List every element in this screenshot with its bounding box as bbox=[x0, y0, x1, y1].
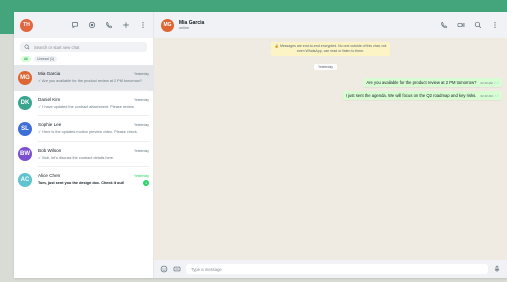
gif-sticker-icon[interactable] bbox=[173, 265, 181, 273]
contact-name: Mia Garcia bbox=[179, 19, 205, 26]
chat-time: Yesterday bbox=[134, 97, 149, 102]
chat-name: Alice Chen bbox=[38, 173, 61, 179]
new-chat-icon[interactable] bbox=[122, 21, 130, 29]
chat-name: Sophie Lee bbox=[38, 122, 62, 128]
message-area[interactable]: 🔒 Messages are end-to-end encrypted. No … bbox=[154, 38, 507, 260]
encryption-notice[interactable]: 🔒 Messages are end-to-end encrypted. No … bbox=[271, 42, 390, 56]
chat-list-item[interactable]: BW Bob Wilson Yesterday ✓ Bob, let's discus… bbox=[14, 142, 153, 167]
chat-time: Yesterday bbox=[134, 174, 149, 179]
chat-preview: ✓ Here is the updated motion preview vid… bbox=[38, 130, 138, 135]
phone-icon[interactable] bbox=[440, 21, 448, 29]
contact-avatar[interactable]: MG bbox=[161, 18, 174, 32]
avatar: BW bbox=[18, 147, 32, 162]
message-text: I just sent the agenda. We will focus on… bbox=[345, 93, 477, 98]
search-icon bbox=[24, 44, 30, 50]
chat-time: Yesterday bbox=[134, 148, 149, 153]
contact-status: online bbox=[179, 26, 190, 31]
sidebar: TH Search or start new chat All Unread (… bbox=[14, 12, 154, 278]
message-time: 02:40 AM bbox=[480, 93, 493, 98]
chat-name: Mia Garcia bbox=[38, 71, 61, 77]
emoji-icon[interactable] bbox=[160, 265, 168, 273]
conversation-header[interactable]: MG Mia Garcia online bbox=[154, 12, 507, 38]
search-input[interactable] bbox=[34, 44, 134, 50]
contact-info[interactable]: Mia Garcia online bbox=[179, 20, 204, 31]
avatar: DK bbox=[18, 96, 32, 111]
avatar: MG bbox=[18, 70, 32, 85]
microphone-icon[interactable] bbox=[493, 265, 501, 273]
chat-list-item-body: Bob Wilson Yesterday ✓ Bob, let's discuss … bbox=[38, 142, 149, 167]
profile-avatar[interactable]: TH bbox=[20, 18, 33, 32]
outgoing-message[interactable]: I just sent the agenda. We will focus on… bbox=[342, 91, 502, 100]
chat-name: Daniel Kim bbox=[38, 96, 61, 102]
filter-chip[interactable]: All bbox=[21, 56, 31, 62]
whatsapp-web-window: TH Search or start new chat All Unread (… bbox=[14, 12, 507, 278]
chat-list-item[interactable]: SL Sophie Lee Yesterday ✓ Here is the updat… bbox=[14, 116, 153, 142]
message-input[interactable] bbox=[186, 264, 488, 274]
message-text: Are you available for the product review… bbox=[366, 80, 477, 85]
sidebar-header-icons bbox=[71, 21, 147, 29]
menu-icon[interactable] bbox=[139, 21, 147, 29]
message-time: 02:40 AM bbox=[480, 80, 493, 85]
chat-time: Yesterday bbox=[134, 72, 149, 77]
read-receipt-icon: ✓✓ bbox=[493, 80, 499, 85]
chat-list-item-body: Daniel Kim Yesterday ✓ I have updated the … bbox=[38, 91, 149, 116]
chat-list-item-body: Sophie Lee Yesterday ✓ Here is the updated… bbox=[38, 116, 149, 142]
message-composer bbox=[154, 260, 507, 278]
filter-chips: All Unread (1) bbox=[14, 52, 153, 65]
chat-preview: ✓ Bob, let's discuss the contract detail… bbox=[38, 155, 115, 160]
conversation-header-icons bbox=[440, 21, 499, 29]
chat-list-item[interactable]: DK Daniel Kim Yesterday ✓ I have updated th… bbox=[14, 91, 153, 116]
menu-icon[interactable] bbox=[491, 21, 499, 29]
chat-time: Yesterday bbox=[134, 123, 149, 128]
sidebar-header: TH bbox=[14, 12, 153, 38]
chat-preview: ✓ I have updated the contract attachment… bbox=[38, 104, 135, 109]
outgoing-message[interactable]: Are you available for the product review… bbox=[363, 78, 502, 87]
search-wrapper bbox=[14, 38, 153, 52]
video-icon[interactable] bbox=[457, 21, 465, 29]
read-receipt-icon: ✓✓ bbox=[493, 93, 499, 98]
search-icon[interactable] bbox=[474, 21, 482, 29]
chat-preview: Tom, just sent you the design doc. Check… bbox=[38, 181, 125, 186]
calls-icon[interactable] bbox=[105, 21, 113, 29]
unread-badge: 1 bbox=[143, 180, 149, 187]
date-divider: Yesterday bbox=[314, 64, 337, 70]
chat-list: MG Mia Garcia Yesterday ✓ Are you available… bbox=[14, 65, 153, 278]
communities-icon[interactable] bbox=[71, 21, 79, 29]
avatar: AC bbox=[18, 172, 32, 187]
avatar: SL bbox=[18, 121, 32, 136]
search-box bbox=[20, 42, 147, 52]
filter-chip[interactable]: Unread (1) bbox=[34, 56, 58, 62]
chat-preview: ✓ Are you available for the product revi… bbox=[38, 79, 142, 84]
chat-list-item[interactable]: AC Alice Chen Yesterday Tom, just sent you … bbox=[14, 167, 153, 193]
chat-list-item-body: Alice Chen Yesterday Tom, just sent you th… bbox=[38, 167, 149, 193]
status-icon[interactable] bbox=[88, 21, 96, 29]
chat-list-item-body: Mia Garcia Yesterday ✓ Are you available f… bbox=[38, 65, 149, 91]
conversation-pane: MG Mia Garcia online 🔒 Messages are end-… bbox=[154, 12, 507, 278]
chat-name: Bob Wilson bbox=[38, 147, 62, 153]
chat-list-item[interactable]: MG Mia Garcia Yesterday ✓ Are you available… bbox=[14, 65, 153, 91]
